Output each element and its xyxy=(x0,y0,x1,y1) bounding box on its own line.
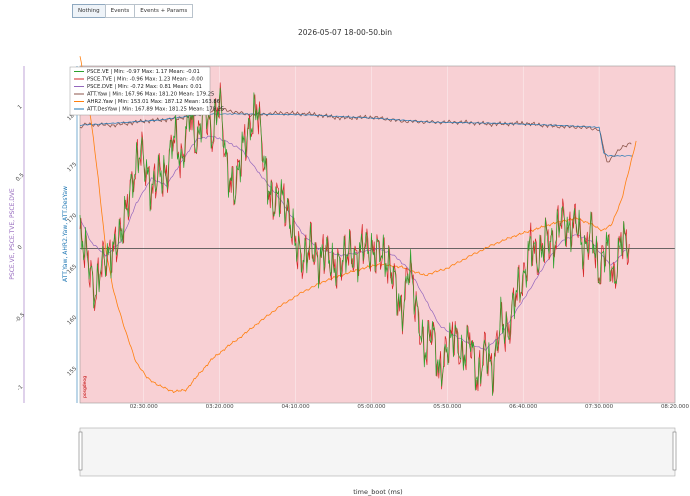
legend-entry: ATT.Yaw | Min: 167.96 Max: 181.20 Mean: … xyxy=(87,92,214,98)
navigator-right-handle[interactable] xyxy=(672,431,677,471)
x-tick-label: 08:20.000 xyxy=(661,404,690,410)
y1-tick-label: -0.5 xyxy=(14,312,26,324)
legend-entry: PSCE.DVE | Min: -0.72 Max: 0.81 Mean: 0.… xyxy=(87,84,202,90)
y2-tick-label: 175 xyxy=(66,161,78,173)
mode-band-label: posgdeog xyxy=(82,376,88,398)
legend-entry: ATT.DesYaw | Min: 167.89 Max: 181.25 Mea… xyxy=(87,107,224,113)
legend-entry: AHR2.Yaw | Min: 153.01 Max: 187.12 Mean:… xyxy=(87,99,220,105)
legend-entry: PSCE.VE | Min: -0.97 Max: 1.17 Mean: -0.… xyxy=(87,69,200,75)
y1-tick-label: 0 xyxy=(17,244,24,251)
chart: 2026-05-07 18-00-50.bin 02:30.000 03:20.0… xyxy=(9,28,690,496)
y1-tick-label: -1 xyxy=(16,384,24,392)
y2-tick-label: 155 xyxy=(66,365,78,377)
x-tick-label: 04:10.000 xyxy=(281,404,310,410)
x-tick-label: 05:00.000 xyxy=(357,404,386,410)
navigator-left-handle[interactable] xyxy=(78,431,83,471)
x-tick-label: 03:20.000 xyxy=(206,404,235,410)
navigator-frame xyxy=(79,427,676,477)
x-tick-label: 06:40.000 xyxy=(509,404,538,410)
chart-title: 2026-05-07 18-00-50.bin xyxy=(298,28,392,37)
y1-tick-label: 1 xyxy=(17,104,24,111)
y1-axis-label: PSCE.VE, PSCE.TVE, PSCE.DVE xyxy=(9,188,16,280)
x-axis-label: time_boot (ms) xyxy=(353,488,402,496)
legend-entry: PSCE.TVE | Min: -0.96 Max: 1.23 Mean: -0… xyxy=(87,77,203,83)
range-navigator[interactable] xyxy=(78,427,677,477)
y2-axis-label: ATT.Yaw, AHR2.Yaw, ATT.DesYaw xyxy=(62,186,69,282)
x-tick-label: 05:50.000 xyxy=(433,404,462,410)
y2-tick-label: 160 xyxy=(66,314,78,326)
x-tick-label: 07:30.000 xyxy=(585,404,614,410)
legend: PSCE.VE | Min: -0.97 Max: 1.17 Mean: -0.… xyxy=(69,66,224,116)
x-tick-label: 02:30.000 xyxy=(130,404,159,410)
